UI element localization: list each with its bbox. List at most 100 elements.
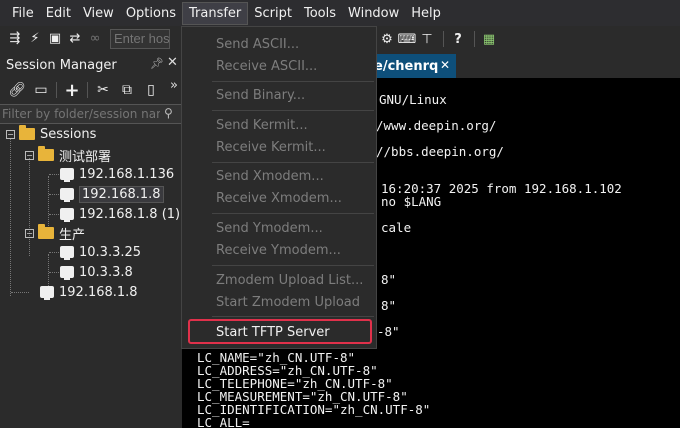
help-icon[interactable]: ? [449, 30, 467, 48]
menu-item-receive-kermit[interactable]: Receive Kermit... [183, 136, 375, 158]
terminal-line: //bbs.deepin.org/ [376, 144, 504, 159]
menu-item-send-kermit[interactable]: Send Kermit... [183, 114, 375, 136]
gear-icon[interactable]: ⚙ [378, 30, 396, 48]
tree-session[interactable]: 192.168.1.8 [40, 282, 138, 302]
tree-line [49, 252, 59, 253]
session-icon [60, 246, 74, 260]
menu-item-send-ymodem[interactable]: Send Ymodem... [183, 217, 375, 239]
session-manager-header: Session Manager 📌︎ ✕ [0, 54, 182, 76]
terminal-line: no $LANG [381, 194, 442, 209]
menu-item-zmodem-upload-list[interactable]: Zmodem Upload List... [183, 269, 375, 291]
terminal-icon[interactable]: ▣ [46, 30, 64, 48]
tree-session-label: 192.168.1.8 [59, 284, 138, 300]
keymap-icon[interactable]: ⊤ [418, 30, 436, 48]
tree-folder-label: 生产 [59, 227, 86, 243]
tree-line [49, 272, 59, 273]
menu-separator [212, 213, 374, 214]
tree-session[interactable]: 192.168.1.136 [60, 164, 174, 184]
menu-script[interactable]: Script [248, 3, 298, 24]
pin-icon[interactable]: 📌︎ [150, 57, 164, 70]
menu-file[interactable]: File [6, 3, 40, 24]
connect-icon[interactable]: ⇶ [6, 30, 24, 48]
tree-line [49, 194, 59, 195]
menu-item-send-xmodem[interactable]: Send Xmodem... [183, 165, 375, 187]
toolbar-divider [474, 31, 475, 47]
collapse-icon[interactable]: − [6, 129, 15, 139]
session-manager-toolbar: 🔗︎ ▭ + ✂ ⧉ ▯ [0, 78, 182, 102]
terminal-line: /www.deepin.org/ [376, 118, 497, 133]
menu-bar: File Edit View Options Transfer Script T… [0, 0, 680, 26]
collapse-icon[interactable]: − [25, 228, 34, 238]
tree-session[interactable]: 10.3.3.8 [60, 262, 133, 282]
close-icon[interactable]: ✕ [440, 58, 450, 72]
overflow-icon[interactable]: » [170, 78, 178, 93]
right-toolbar: ⚙ ⌨ ⊤ ? ▦ [378, 30, 500, 48]
tab-bar: e/chenrq ✕ [370, 54, 680, 78]
session-icon [60, 188, 74, 202]
menu-item-start-zmodem-upload[interactable]: Start Zmodem Upload [183, 291, 375, 313]
menu-tools[interactable]: Tools [298, 3, 342, 24]
menu-transfer[interactable]: Transfer [181, 1, 249, 25]
menu-help[interactable]: Help [405, 3, 447, 24]
menu-item-receive-ymodem[interactable]: Receive Ymodem... [183, 239, 375, 261]
menu-item-send-ascii[interactable]: Send ASCII... [183, 33, 375, 55]
tree-line [49, 214, 59, 215]
link-icon[interactable]: ∞ [86, 30, 104, 48]
menu-edit[interactable]: Edit [40, 3, 77, 24]
tree-session[interactable]: 192.168.1.8 (1) [60, 204, 180, 224]
tree-session-selected[interactable]: 192.168.1.8 [60, 184, 164, 204]
tree-line [11, 292, 29, 293]
close-icon[interactable]: ✕ [167, 55, 178, 70]
terminal-line: 8" [381, 298, 397, 313]
toolbar-divider [87, 82, 88, 98]
tree-session-label: 192.168.1.136 [79, 166, 175, 182]
new-tab-icon[interactable]: ▭ [32, 81, 50, 99]
reconnect-icon[interactable]: ⇄ [66, 30, 84, 48]
toolbar-divider [443, 31, 444, 47]
menu-view[interactable]: View [77, 3, 120, 24]
tree-session-label: 10.3.3.8 [79, 264, 133, 280]
menu-item-receive-xmodem[interactable]: Receive Xmodem... [183, 187, 375, 209]
copy-icon[interactable]: ⧉ [118, 81, 136, 99]
menu-options[interactable]: Options [120, 3, 182, 24]
cut-icon[interactable]: ✂ [94, 81, 112, 99]
host-input[interactable] [110, 28, 170, 49]
tree-folder[interactable]: − 生产 [25, 223, 85, 243]
session-icon [40, 286, 54, 300]
tree-session[interactable]: 10.3.3.25 [60, 242, 141, 262]
tree-session-label: 192.168.1.8 (1) [79, 206, 181, 222]
tree-line [49, 174, 59, 175]
tree-root[interactable]: − Sessions [6, 124, 96, 144]
paste-icon[interactable]: ▯ [142, 81, 160, 99]
collapse-icon[interactable]: − [25, 150, 34, 160]
filter-input[interactable] [0, 105, 160, 123]
add-icon[interactable]: + [63, 80, 81, 101]
folder-icon [38, 224, 54, 239]
quick-connect-icon[interactable]: ⚡ [26, 30, 44, 48]
session-tab[interactable]: e/chenrq ✕ [370, 54, 456, 78]
menu-item-send-binary[interactable]: Send Binary... [183, 84, 375, 106]
menu-item-receive-ascii[interactable]: Receive ASCII... [183, 55, 375, 77]
terminal-line: 8" [381, 272, 397, 287]
session-icon [60, 208, 74, 222]
menu-window[interactable]: Window [342, 3, 405, 24]
transfer-menu: Send ASCII... Receive ASCII... Send Bina… [181, 26, 377, 349]
search-icon: ⚲ [164, 106, 173, 120]
session-filter: ⚲ [0, 104, 182, 124]
tree-session-label: 10.3.3.25 [79, 244, 142, 260]
session-tab-label: e/chenrq [374, 58, 439, 74]
terminal-line: -8" [377, 324, 400, 339]
tree-folder[interactable]: − 测试部署 [25, 145, 111, 165]
keyboard-icon[interactable]: ⌨ [398, 30, 417, 48]
link-icon[interactable]: 🔗︎ [8, 81, 26, 99]
session-manager-title: Session Manager [6, 57, 117, 73]
menu-separator [212, 265, 374, 266]
tree-session-label: 192.168.1.8 [79, 185, 164, 203]
sftp-icon[interactable]: ▦ [480, 30, 498, 48]
tree-folder-label: 测试部署 [59, 149, 112, 165]
tree-line [10, 138, 11, 296]
session-icon [60, 168, 74, 182]
terminal-line: GNU/Linux [379, 92, 447, 107]
menu-separator [212, 81, 374, 82]
menu-item-start-tftp-server[interactable]: Start TFTP Server [183, 321, 375, 343]
